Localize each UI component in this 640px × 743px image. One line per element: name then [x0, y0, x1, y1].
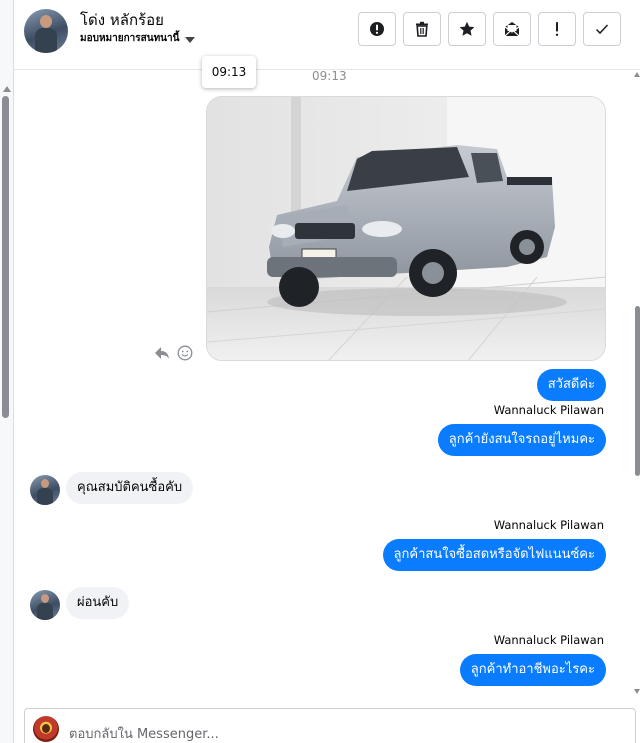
conversation-actions	[358, 12, 621, 46]
outgoing-message[interactable]: ลูกค้าทำอาชีพอะไรคะ	[459, 654, 606, 686]
alert-circle-icon	[370, 22, 384, 36]
incoming-message[interactable]: ผ่อนคับ	[66, 587, 130, 619]
star-icon	[459, 21, 475, 36]
scrollbar-thumb[interactable]	[2, 96, 9, 418]
outgoing-message[interactable]: สวัสดีค่ะ	[536, 369, 606, 401]
sender-name: Wannaluck Pilawan	[493, 403, 604, 417]
page-avatar	[33, 716, 59, 742]
contact-avatar-small[interactable]	[30, 475, 60, 505]
image-attachment[interactable]	[206, 96, 606, 361]
right-scrollbar[interactable]	[634, 70, 640, 700]
message-tools	[154, 345, 193, 361]
react-emoji-icon[interactable]	[177, 345, 193, 361]
messenger-inbox-page: โด่ง หลักร้อย มอบหมายการสนทนานี้ 09:13 0…	[0, 0, 640, 743]
sender-name: Wannaluck Pilawan	[493, 518, 604, 532]
envelope-icon	[504, 22, 520, 37]
exclamation-icon	[555, 22, 559, 36]
incoming-message[interactable]: คุณสมบัติคนซื้อคับ	[66, 472, 194, 504]
check-icon	[595, 24, 609, 35]
reply-input-placeholder[interactable]: ตอบกลับใน Messenger...	[69, 723, 219, 743]
contact-name[interactable]: โด่ง หลักร้อย	[80, 8, 164, 32]
assign-label: มอบหมายการสนทนานี้	[80, 33, 180, 44]
conversation-header: โด่ง หลักร้อย มอบหมายการสนทนานี้	[14, 0, 640, 70]
scroll-up-arrow-icon[interactable]	[634, 72, 640, 77]
message-timestamp: 09:13	[312, 69, 347, 83]
caret-down-icon	[185, 36, 196, 43]
outgoing-message[interactable]: ลูกค้าสนใจซื้อสดหรือจัดไฟแนนซ์คะ	[382, 539, 606, 571]
scroll-up-arrow-icon[interactable]	[3, 86, 11, 92]
mark-done-button[interactable]	[583, 12, 621, 46]
pickup-truck-photo	[207, 97, 605, 360]
assign-conversation-dropdown[interactable]: มอบหมายการสนทนานี้	[80, 31, 196, 46]
scrollbar-thumb[interactable]	[635, 306, 640, 476]
timestamp-tooltip: 09:13	[202, 56, 256, 88]
delete-button[interactable]	[403, 12, 441, 46]
scroll-down-arrow-icon[interactable]	[634, 689, 640, 694]
contact-avatar[interactable]	[24, 9, 68, 53]
outgoing-message[interactable]: ลูกค้ายังสนใจรถอยู่ไหมคะ	[437, 424, 606, 456]
star-button[interactable]	[448, 12, 486, 46]
spam-button[interactable]	[358, 12, 396, 46]
reply-composer[interactable]: ตอบกลับใน Messenger...	[24, 708, 636, 743]
left-scrollbar[interactable]	[0, 0, 14, 743]
trash-icon	[416, 21, 428, 37]
sender-name: Wannaluck Pilawan	[493, 633, 604, 647]
important-button[interactable]	[538, 12, 576, 46]
reply-icon[interactable]	[154, 346, 170, 360]
contact-avatar-small[interactable]	[30, 590, 60, 620]
mark-unread-button[interactable]	[493, 12, 531, 46]
